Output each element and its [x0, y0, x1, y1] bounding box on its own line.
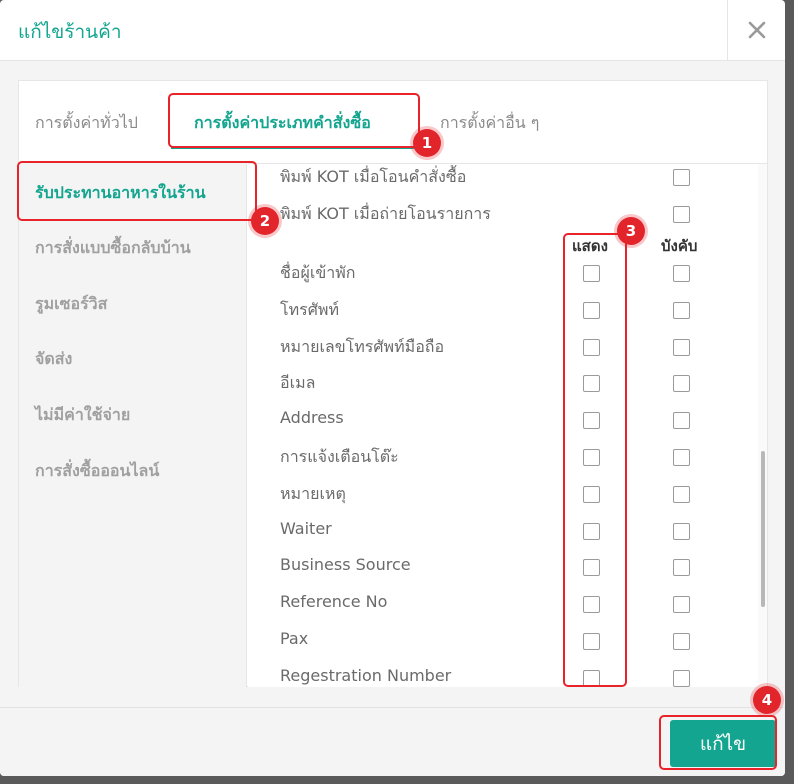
field-row-label: Pax [280, 629, 309, 648]
annotation-marker-3: 3 [617, 217, 645, 245]
edit-store-dialog: แก้ไขร้านค้า การตั้งค่าทั่วไป การตั้งค่า… [0, 0, 785, 776]
checkbox-show[interactable] [583, 522, 600, 540]
row-label-print-kot-order-transfer: พิมพ์ KOT เมื่อโอนคำสั่งซื้อ [280, 167, 467, 186]
sidebar-item-room-service[interactable]: รูมเซอร์วิส [35, 292, 107, 317]
dialog-header: แก้ไขร้านค้า [0, 0, 785, 61]
column-header-required: บังคับ [661, 237, 698, 255]
checkbox-show[interactable] [583, 485, 600, 503]
edit-button[interactable]: แก้ไข [670, 720, 776, 767]
field-row-label: โทรศัพท์ [280, 299, 339, 319]
field-settings-content: พิมพ์ KOT เมื่อโอนคำสั่งซื้อ พิมพ์ KOT เ… [248, 163, 767, 687]
order-type-sidebar: รับประทานอาหารในร้าน การสั่งแบบซื้อกลับบ… [19, 163, 247, 687]
checkbox-required[interactable] [673, 669, 690, 687]
field-row-label: Reference No [280, 592, 388, 612]
field-row-label: Address [280, 408, 344, 428]
checkbox-show[interactable] [583, 338, 600, 356]
dialog-body: การตั้งค่าทั่วไป การตั้งค่าประเภทคำสั่งซ… [0, 61, 785, 707]
sidebar-item-dine-in[interactable]: รับประทานอาหารในร้าน [35, 181, 206, 206]
checkbox-show[interactable] [583, 669, 600, 687]
active-tab-indicator [171, 147, 421, 149]
checkbox-show[interactable] [583, 265, 600, 282]
sidebar-item-delivery[interactable]: จัดส่ง [35, 347, 72, 372]
annotation-marker-1: 1 [413, 129, 441, 157]
field-row-label: หมายเหตุ [280, 483, 346, 503]
field-row-label: อีเมล [280, 373, 316, 393]
sidebar-item-takeaway[interactable]: การสั่งแบบซื้อกลับบ้าน [35, 236, 191, 261]
checkbox-show[interactable] [583, 375, 600, 393]
tab-other-settings[interactable]: การตั้งค่าอื่น ๆ [440, 111, 539, 136]
tab-bar: การตั้งค่าทั่วไป การตั้งค่าประเภทคำสั่งซ… [19, 81, 767, 163]
row-label-print-kot-item-transfer: พิมพ์ KOT เมื่อถ่ายโอนรายการ [280, 204, 491, 223]
annotation-marker-4: 4 [753, 686, 781, 714]
dialog-footer: แก้ไข [0, 707, 785, 776]
checkbox-show[interactable] [583, 633, 600, 650]
field-row-label: การแจ้งเตือนโต๊ะ [280, 447, 399, 466]
checkbox-show[interactable] [583, 596, 600, 614]
close-button[interactable] [727, 0, 785, 60]
checkbox-required[interactable] [673, 522, 690, 540]
scrollbar-thumb[interactable] [761, 451, 765, 607]
checkbox-print-kot-order-transfer[interactable] [673, 169, 690, 186]
checkbox-show[interactable] [583, 449, 600, 466]
checkbox-required[interactable] [673, 265, 690, 282]
checkbox-show[interactable] [583, 559, 600, 577]
field-row-label: Business Source [280, 555, 411, 575]
sidebar-item-online-order[interactable]: การสั่งซื้อออนไลน์ [35, 459, 159, 484]
checkbox-required[interactable] [673, 375, 690, 393]
dialog-title: แก้ไขร้านค้า [18, 21, 122, 43]
sidebar-item-complimentary[interactable]: ไม่มีค่าใช้จ่าย [35, 403, 130, 428]
field-row-label: ชื่อผู้เข้าพัก [280, 263, 356, 282]
checkbox-required[interactable] [673, 559, 690, 577]
field-row-label: หมายเลขโทรศัพท์มือถือ [280, 336, 445, 356]
tab-general-settings[interactable]: การตั้งค่าทั่วไป [35, 111, 138, 136]
annotation-marker-2: 2 [251, 207, 279, 235]
checkbox-required[interactable] [673, 449, 690, 466]
settings-panel: การตั้งค่าทั่วไป การตั้งค่าประเภทคำสั่งซ… [18, 80, 768, 687]
column-header-show: แสดง [572, 237, 608, 255]
checkbox-required[interactable] [673, 485, 690, 503]
checkbox-show[interactable] [583, 412, 600, 430]
checkbox-required[interactable] [673, 596, 690, 614]
tab-order-type-settings[interactable]: การตั้งค่าประเภทคำสั่งซื้อ [194, 111, 371, 136]
checkbox-required[interactable] [673, 633, 690, 650]
checkbox-show[interactable] [583, 301, 600, 319]
close-icon [748, 21, 765, 39]
content-scrollbar[interactable] [758, 164, 767, 687]
field-row-label: Waiter [280, 518, 332, 538]
checkbox-required[interactable] [673, 301, 690, 319]
field-row-label: Regestration Number [280, 665, 452, 685]
checkbox-print-kot-item-transfer[interactable] [673, 206, 690, 223]
checkbox-required[interactable] [673, 338, 690, 356]
checkbox-required[interactable] [673, 412, 690, 430]
